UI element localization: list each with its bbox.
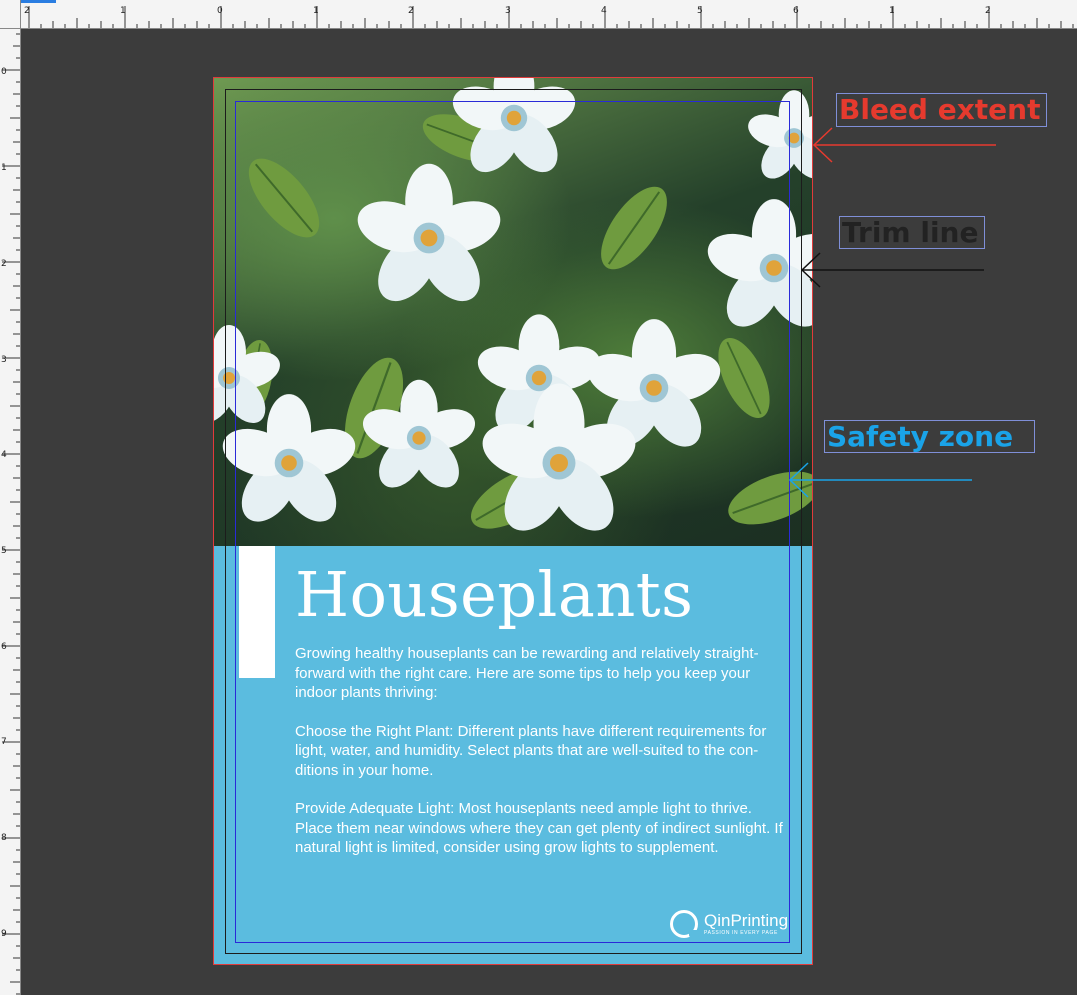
safety-arrow [788, 462, 972, 498]
paragraph-light[interactable]: Provide Adequate Light: Most houseplants… [295, 799, 785, 858]
flower-illustration [214, 78, 812, 543]
bleed-arrow [812, 127, 996, 163]
horizontal-ruler-ticks: 2 1 0 1 2 3 4 5 6 1 2 [24, 6, 1074, 28]
vertical-ruler[interactable]: 0 1 2 3 4 5 6 7 8 9 [0, 28, 21, 995]
ruler-tick-label: 1 [313, 6, 319, 16]
ruler-tick-label: 4 [1, 450, 7, 460]
ruler-tick-label: 2 [985, 6, 991, 16]
ruler-tick-label: 7 [1, 737, 7, 747]
ruler-tick-label: 5 [697, 6, 703, 16]
ruler-tick-label: 0 [217, 6, 223, 16]
ruler-origin-corner[interactable] [0, 0, 21, 29]
trim-arrow [800, 252, 984, 288]
document-page[interactable]: Houseplants Growing healthy houseplants … [213, 77, 813, 965]
ruler-tick-label: 2 [408, 6, 414, 16]
ruler-tick-label: 6 [1, 642, 7, 652]
headline[interactable]: Houseplants [295, 556, 693, 634]
ruler-tick-label: 1 [120, 6, 126, 16]
bleed-extent-label[interactable]: Bleed extent [836, 93, 1047, 127]
ruler-tick-label: 2 [24, 6, 30, 16]
brand-logo[interactable]: QinPrinting PASSION IN EVERY PAGE [670, 910, 788, 938]
ruler-tick-label: 3 [1, 355, 7, 365]
paragraph-intro[interactable]: Growing healthy houseplants can be rewar… [295, 644, 785, 703]
brand-mark-icon [670, 910, 699, 938]
vertical-ruler-ticks: 0 1 2 3 4 5 6 7 8 9 [1, 33, 20, 995]
ruler-tick-label: 5 [1, 546, 7, 556]
ruler-tick-label: 0 [1, 67, 7, 77]
ruler-tick-label: 6 [793, 6, 799, 16]
brand-tagline: PASSION IN EVERY PAGE [704, 929, 778, 936]
ruler-tick-label: 1 [889, 6, 895, 16]
accent-bar [239, 546, 275, 678]
ruler-tick-label: 2 [1, 259, 7, 269]
trim-line-label[interactable]: Trim line [839, 216, 985, 249]
ruler-tick-label: 4 [601, 6, 607, 16]
brand-name: QinPrinting [704, 910, 789, 930]
paragraph-choose-plant[interactable]: Choose the Right Plant: Different plants… [295, 722, 785, 781]
flower-photo[interactable] [214, 78, 812, 546]
ruler-tick-label: 1 [1, 163, 7, 173]
safety-zone-label[interactable]: Safety zone [824, 420, 1035, 453]
ruler-tick-label: 9 [1, 929, 7, 939]
horizontal-ruler[interactable]: 2 1 0 1 2 3 4 5 6 1 2 [0, 0, 1077, 29]
ruler-tick-label: 8 [1, 833, 7, 843]
ruler-tick-label: 3 [505, 6, 511, 16]
body-copy[interactable]: Growing healthy houseplants can be rewar… [295, 644, 785, 877]
text-panel[interactable]: Houseplants Growing healthy houseplants … [214, 546, 812, 964]
